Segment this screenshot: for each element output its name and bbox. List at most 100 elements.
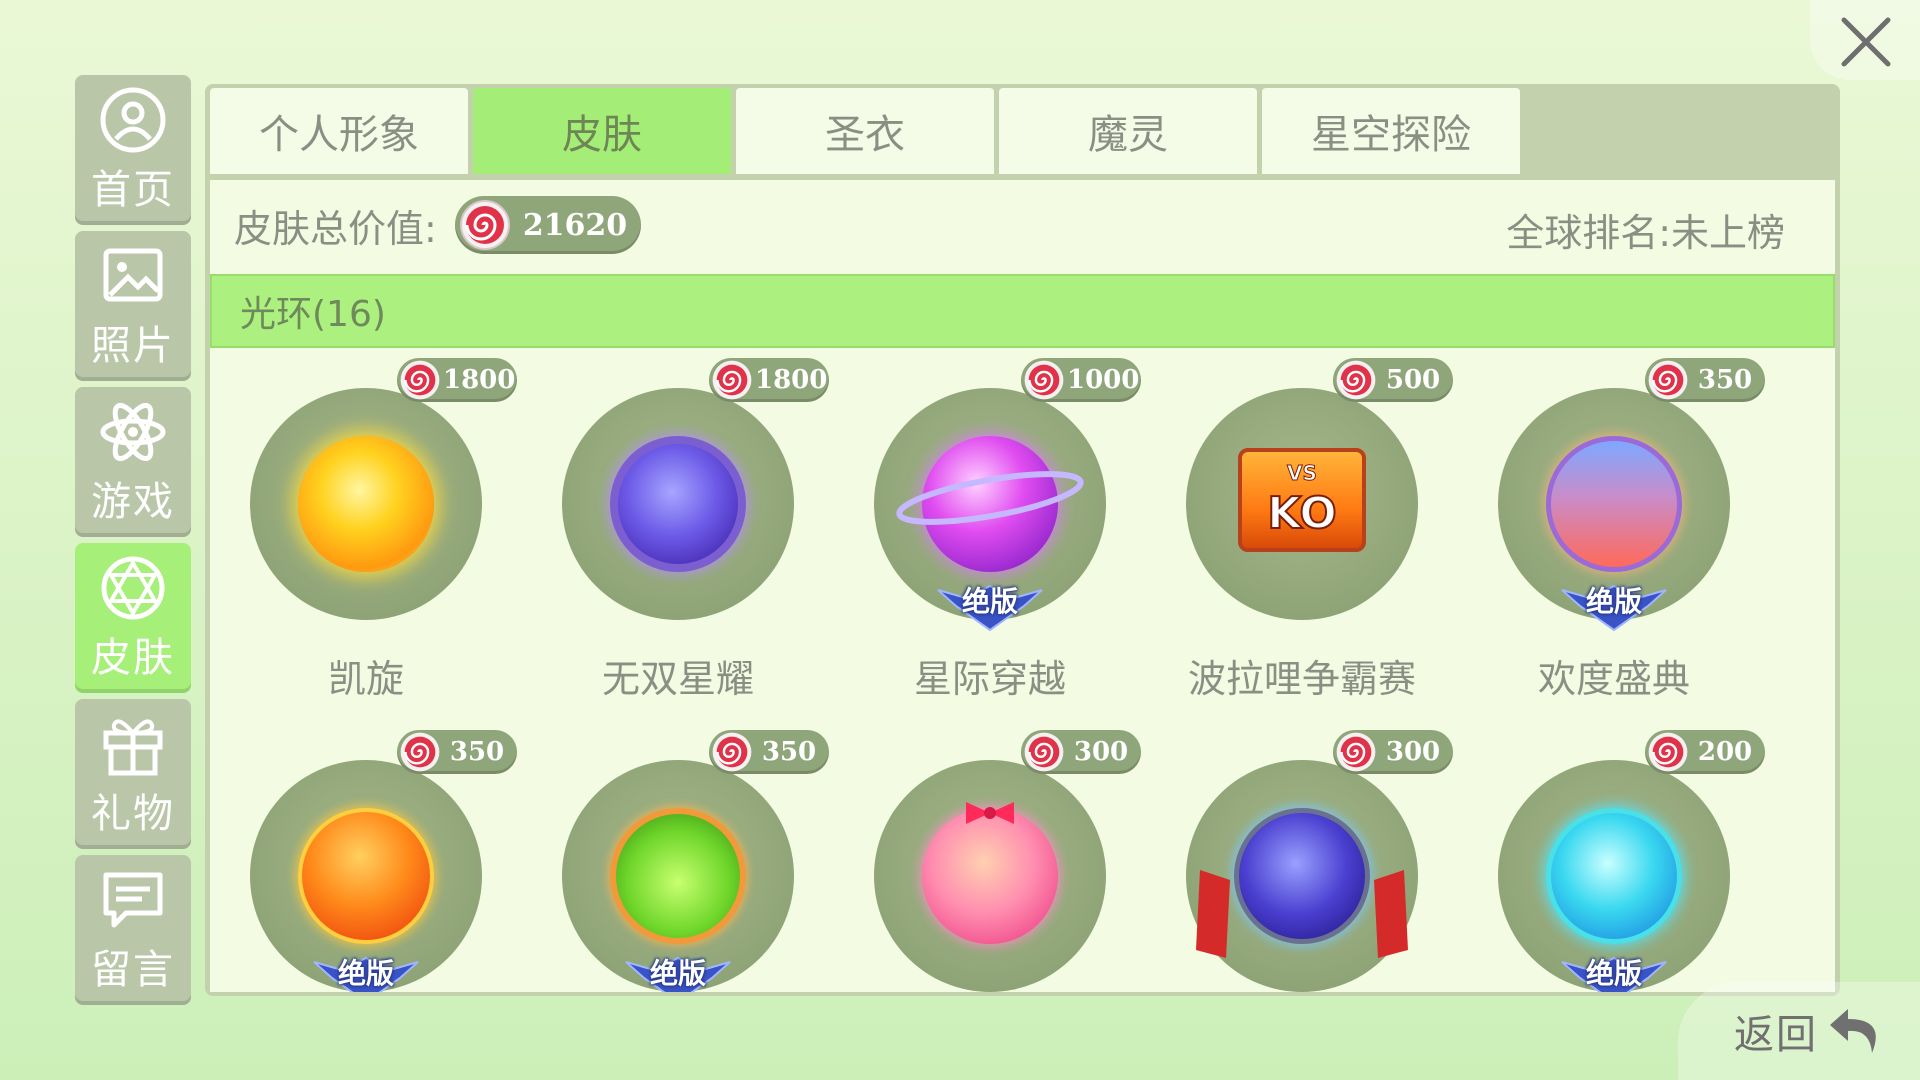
nav-gifts[interactable]: 礼物 xyxy=(75,699,191,849)
tab-armor[interactable]: 圣衣 xyxy=(736,88,994,174)
item-price: 300 xyxy=(1073,737,1129,767)
price-pill: 300 xyxy=(1333,730,1453,774)
price-pill: 350 xyxy=(1645,358,1765,402)
price-pill: 350 xyxy=(397,730,517,774)
nav-games[interactable]: 游戏 xyxy=(75,387,191,537)
item-name: 无双星耀 xyxy=(601,657,754,701)
item-name: 星际穿越 xyxy=(913,657,1066,701)
aqua-halo-icon xyxy=(1546,808,1682,944)
bow-halo-icon xyxy=(922,808,1058,944)
item-price: 350 xyxy=(449,737,505,767)
candy-coin-icon xyxy=(459,200,510,250)
skin-icon xyxy=(101,556,165,620)
nav-skins-label: 皮肤 xyxy=(91,635,175,681)
tab-spirits[interactable]: 魔灵 xyxy=(999,88,1257,174)
close-button[interactable] xyxy=(1810,0,1920,80)
skin-card[interactable]: 350 绝版 xyxy=(522,720,834,992)
photo-icon xyxy=(103,248,163,302)
svg-text:KO: KO xyxy=(1267,488,1337,539)
sun-halo-icon xyxy=(298,436,434,572)
skin-card[interactable]: 350 绝版 xyxy=(210,720,522,992)
limited-badge-text: 绝版 xyxy=(961,585,1018,618)
category-header[interactable]: 光环(16) xyxy=(210,274,1835,348)
candy-coin-icon xyxy=(400,360,440,400)
message-icon xyxy=(103,872,163,928)
skin-card[interactable]: 1000 绝版 星际穿越 xyxy=(834,348,1146,708)
limited-badge: 绝版 xyxy=(936,576,1044,632)
nav-games-label: 游戏 xyxy=(91,479,175,525)
nav-messages-label: 留言 xyxy=(91,947,175,993)
nav-photos-label: 照片 xyxy=(91,323,175,369)
candy-coin-icon xyxy=(1024,732,1064,772)
skin-card[interactable]: 350 绝版 欢度盛典 xyxy=(1458,348,1770,708)
side-nav: 首页 照片 游戏 皮肤 礼物 留言 xyxy=(75,75,191,1011)
price-pill: 300 xyxy=(1021,730,1141,774)
item-price: 350 xyxy=(1697,365,1753,395)
price-pill: 1800 xyxy=(709,358,829,402)
gift-icon xyxy=(103,719,163,776)
candy-coin-icon xyxy=(1648,360,1688,400)
price-pill: 350 xyxy=(709,730,829,774)
tab-skins[interactable]: 皮肤 xyxy=(473,88,731,174)
nav-skins[interactable]: 皮肤 xyxy=(75,543,191,693)
back-button[interactable]: 返回 xyxy=(1678,982,1920,1080)
price-pill: 200 xyxy=(1645,730,1765,774)
profile-icon xyxy=(100,87,166,153)
skin-card[interactable]: 300 xyxy=(1146,720,1458,992)
category-label: 光环(16) xyxy=(240,294,386,335)
candy-coin-icon xyxy=(400,732,440,772)
candy-coin-icon xyxy=(712,732,752,772)
limited-badge-text: 绝版 xyxy=(1585,957,1642,990)
crown-halo-icon xyxy=(610,436,746,572)
cape-icon xyxy=(1196,870,1408,958)
limited-badge-text: 绝版 xyxy=(337,957,394,990)
candy-coin-icon xyxy=(712,360,752,400)
nav-home[interactable]: 首页 xyxy=(75,75,191,225)
star-halo-icon xyxy=(298,808,434,944)
limited-badge-text: 绝版 xyxy=(649,957,706,990)
candy-coin-icon xyxy=(1024,360,1064,400)
item-price: 1800 xyxy=(443,365,516,395)
skin-card[interactable]: 1800 无双星耀 xyxy=(522,348,834,708)
skin-card[interactable]: 1800 凯旋 xyxy=(210,348,522,708)
tab-avatar[interactable]: 个人形象 xyxy=(210,88,468,174)
limited-badge: 绝版 xyxy=(624,948,732,992)
candy-coin-icon xyxy=(1648,732,1688,772)
item-price: 1800 xyxy=(755,365,828,395)
nav-messages[interactable]: 留言 xyxy=(75,855,191,1005)
candy-coin-icon xyxy=(1336,360,1376,400)
candy-coin-icon xyxy=(1336,732,1376,772)
ko-emblem-icon: VS KO xyxy=(1266,461,1338,541)
skin-panel: 个人形象 皮肤 圣衣 魔灵 星空探险 皮肤总价值: 21620 全球排名:未上榜… xyxy=(205,84,1840,996)
limited-badge: 绝版 xyxy=(1560,948,1668,992)
nav-photos[interactable]: 照片 xyxy=(75,231,191,381)
skin-card[interactable]: 200 绝版 xyxy=(1458,720,1770,992)
tab-bar: 个人形象 皮肤 圣衣 魔灵 星空探险 xyxy=(210,88,1525,174)
item-name: 欢度盛典 xyxy=(1537,657,1690,701)
price-pill: 1800 xyxy=(397,358,517,402)
item-price: 1000 xyxy=(1067,365,1140,395)
skin-card[interactable]: VS KO 500 波拉哩争霸赛 xyxy=(1146,348,1458,708)
svg-text:VS: VS xyxy=(1287,461,1317,485)
item-price: 200 xyxy=(1697,737,1753,767)
price-pill: 500 xyxy=(1333,358,1453,402)
forest-halo-icon xyxy=(610,808,746,944)
skin-summary: 皮肤总价值: 21620 全球排名:未上榜 xyxy=(210,180,1835,270)
limited-badge-text: 绝版 xyxy=(1585,585,1642,618)
limited-badge: 绝版 xyxy=(1560,576,1668,632)
close-icon xyxy=(1841,17,1891,67)
global-rank: 全球排名:未上榜 xyxy=(1506,211,1785,255)
item-name: 凯旋 xyxy=(327,657,404,701)
limited-badge: 绝版 xyxy=(312,948,420,992)
skin-card[interactable]: 300 xyxy=(834,720,1146,992)
nav-home-label: 首页 xyxy=(91,167,175,213)
item-name: 波拉哩争霸赛 xyxy=(1187,657,1416,701)
item-price: 500 xyxy=(1385,365,1441,395)
tab-star-adventure[interactable]: 星空探险 xyxy=(1262,88,1520,174)
nav-gifts-label: 礼物 xyxy=(91,791,175,837)
total-value-label: 皮肤总价值: xyxy=(234,206,437,251)
planet-ring-icon xyxy=(896,471,1084,525)
total-value: 21620 xyxy=(522,207,628,243)
atom-icon xyxy=(100,402,166,462)
item-price: 300 xyxy=(1385,737,1441,767)
